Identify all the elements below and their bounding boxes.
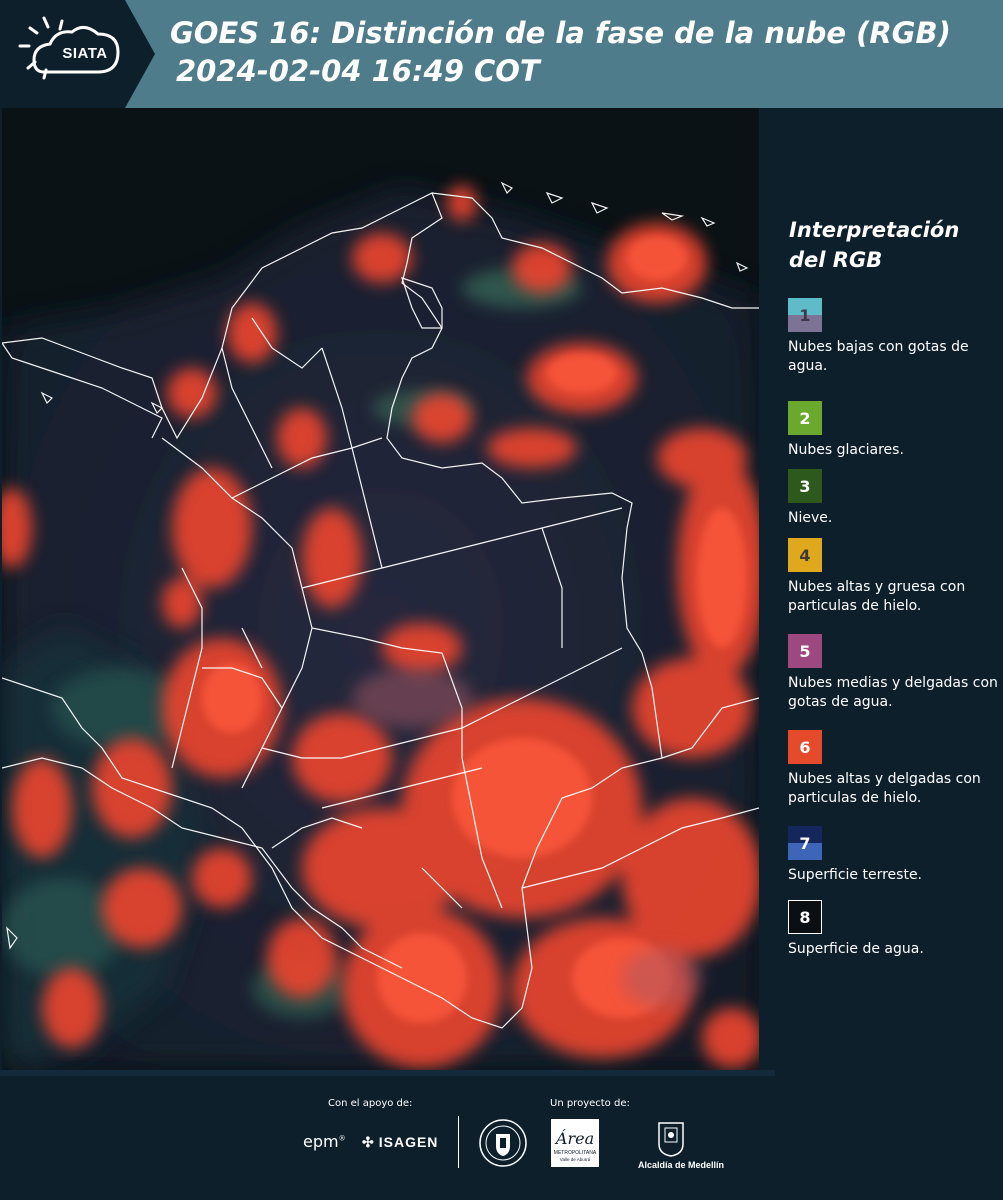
siata-logo-text: SIATA <box>62 45 108 62</box>
legend-swatch-number: 4 <box>799 545 811 565</box>
title-line-1: GOES 16: Distinción de la fase de la nub… <box>170 16 951 50</box>
project-label: Un proyecto de: <box>550 1098 630 1109</box>
footer-divider <box>458 1116 459 1168</box>
medellin-seal-icon <box>478 1118 528 1168</box>
legend-swatch-number: 6 <box>799 737 811 757</box>
satellite-map <box>2 108 759 1070</box>
page-title: GOES 16: Distinción de la fase de la nub… <box>170 14 951 90</box>
legend-swatch-number: 8 <box>799 907 811 927</box>
isagen-logo-text: ISAGEN <box>378 1134 439 1150</box>
legend-item-3: 3 Nieve. <box>788 469 998 528</box>
legend-swatch-6: 6 <box>788 730 822 764</box>
legend-item-2: 2 Nubes glaciares. <box>788 401 998 460</box>
epm-logo: epm® <box>303 1132 346 1151</box>
legend-swatch-2: 2 <box>788 401 822 435</box>
legend-swatch-7: 7 <box>788 826 822 860</box>
header-bar: SIATA GOES 16: Distinción de la fase de … <box>0 0 1003 108</box>
legend-item-1: 1 Nubes bajas con gotas de agua. <box>788 298 998 376</box>
legend-item-4: 4 Nubes altas y gruesa con particulas de … <box>788 538 998 616</box>
legend-label: Nieve. <box>788 510 833 526</box>
legend-swatch-3: 3 <box>788 469 822 503</box>
legend-swatch-5: 5 <box>788 634 822 668</box>
support-label: Con el apoyo de: <box>328 1098 413 1109</box>
legend-label: Nubes bajas con gotas de agua. <box>788 339 969 374</box>
legend-item-7: 7 Superficie terreste. <box>788 826 998 885</box>
legend-swatch-number: 3 <box>799 476 811 496</box>
legend-panel: Interpretación del RGB 1 Nubes bajas con … <box>760 108 1003 1070</box>
legend-label: Superficie de agua. <box>788 941 924 957</box>
legend-label: Nubes altas y gruesa con particulas de h… <box>788 579 966 614</box>
alcaldia-text: Alcaldía de Medellín <box>638 1160 725 1170</box>
legend-label: Nubes glaciares. <box>788 442 904 458</box>
legend-swatch-8: 8 <box>788 900 822 934</box>
legend-swatch-number: 2 <box>799 408 811 428</box>
legend-title: Interpretación del RGB <box>789 218 960 272</box>
legend-swatch-number: 1 <box>799 305 811 325</box>
isagen-mark-icon: ✣ <box>362 1134 375 1150</box>
legend-label: Superficie terreste. <box>788 867 923 883</box>
footer-strip <box>0 1070 775 1076</box>
footer: Con el apoyo de: Un proyecto de: epm® ✣ I… <box>0 1070 1003 1200</box>
legend-swatch-1: 1 <box>788 298 822 332</box>
legend-label: Nubes altas y delgadas con particulas de… <box>788 771 981 806</box>
legend-item-5: 5 Nubes medias y delgadas con gotas de ag… <box>788 634 998 712</box>
alcaldia-logo: Alcaldía de Medellín <box>638 1120 725 1170</box>
legend-swatch-number: 7 <box>799 833 811 853</box>
area-logo-name: Área <box>554 1128 594 1148</box>
epm-logo-text: epm <box>303 1132 339 1151</box>
legend-label: Nubes medias y delgadas con gotas de agu… <box>788 675 998 710</box>
legend-swatch-4: 4 <box>788 538 822 572</box>
isagen-logo: ✣ ISAGEN <box>362 1134 438 1151</box>
area-metropolitana-logo: Área METROPOLITANA Valle de Aburrá <box>550 1118 600 1168</box>
title-line-2: 2024-02-04 16:49 COT <box>176 54 540 88</box>
area-logo-sub2: Valle de Aburrá <box>560 1157 591 1162</box>
legend-item-6: 6 Nubes altas y delgadas con particulas d… <box>788 730 998 808</box>
siata-logo: SIATA <box>0 0 155 108</box>
area-logo-sub1: METROPOLITANA <box>554 1150 597 1156</box>
legend-item-8: 8 Superficie de agua. <box>788 900 998 959</box>
legend-swatch-number: 5 <box>799 641 811 661</box>
satellite-image <box>2 108 759 1070</box>
